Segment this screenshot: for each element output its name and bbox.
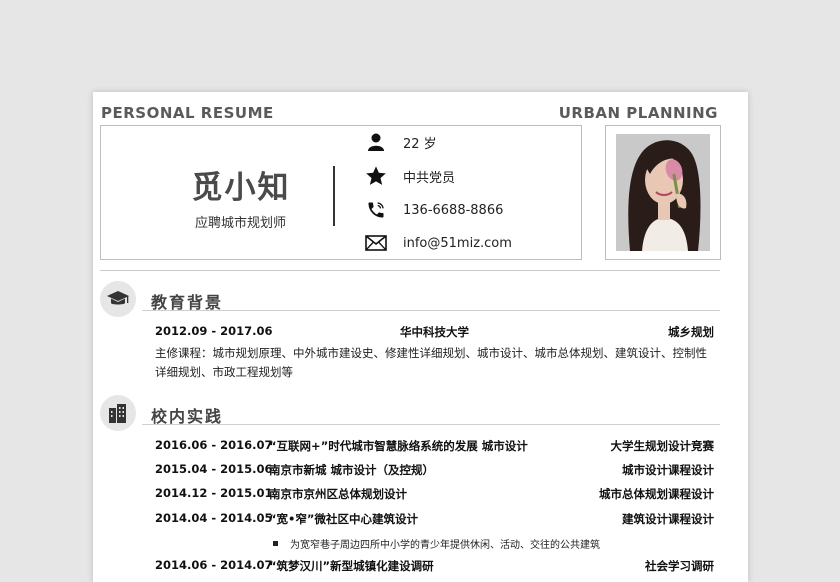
practice-tag: 城市设计课程设计 bbox=[622, 463, 714, 477]
contact-party-text: 中共党员 bbox=[403, 170, 456, 186]
graduation-cap-icon bbox=[100, 281, 136, 317]
practice-period: 2016.06 - 2016.07 bbox=[155, 438, 273, 452]
personal-resume-tag: PERSONAL RESUME bbox=[101, 104, 274, 122]
contact-phone-text: 136-6688-8866 bbox=[403, 202, 504, 218]
education-school: 华中科技大学 bbox=[400, 325, 469, 339]
star-icon bbox=[363, 165, 389, 187]
practice-name: “筑梦汉川”新型城镇化建设调研 bbox=[269, 559, 434, 573]
contact-age-text: 22 岁 bbox=[403, 136, 437, 152]
practice-bullet-text: 为宽窄巷子周边四所中小学的青少年提供休闲、活动、交往的公共建筑 bbox=[290, 540, 600, 551]
mail-icon bbox=[363, 232, 389, 254]
education-underline bbox=[142, 310, 720, 311]
resume-paper: PERSONAL RESUME URBAN PLANNING 觅小知 应聘城市规… bbox=[93, 92, 748, 582]
header-divider bbox=[100, 270, 720, 271]
candidate-name: 觅小知 bbox=[191, 170, 291, 206]
practice-tag: 城市总体规划课程设计 bbox=[599, 487, 714, 501]
applied-position: 应聘城市规划师 bbox=[194, 216, 286, 231]
practice-underline bbox=[142, 424, 720, 425]
practice-name: “宽•窄”微社区中心建筑设计 bbox=[269, 512, 418, 526]
contact-phone[interactable]: 136-6688-8866 bbox=[363, 199, 503, 221]
practice-tag: 社会学习调研 bbox=[645, 559, 714, 573]
practice-period: 2015.04 - 2015.06 bbox=[155, 462, 273, 476]
profile-box: 觅小知 应聘城市规划师 22 岁 中共党员 136-6688-8866 info… bbox=[100, 125, 582, 260]
photo-frame bbox=[605, 125, 721, 260]
contact-email-text: info@51miz.com bbox=[403, 235, 512, 251]
education-major: 城乡规划 bbox=[668, 325, 714, 339]
practice-name: “互联网+”时代城市智慧脉络系统的发展 城市设计 bbox=[269, 439, 528, 453]
practice-name: 南京市京州区总体规划设计 bbox=[269, 487, 407, 501]
practice-name: 南京市新城 城市设计（及控规） bbox=[269, 463, 435, 477]
profile-photo bbox=[616, 134, 710, 251]
practice-period: 2014.06 - 2014.07 bbox=[155, 558, 273, 572]
buildings-icon bbox=[100, 395, 136, 431]
person-icon bbox=[363, 131, 389, 153]
contact-age: 22 岁 bbox=[363, 131, 437, 153]
profile-divider bbox=[333, 166, 335, 226]
contact-party: 中共党员 bbox=[363, 165, 455, 187]
practice-bullet: 为宽窄巷子周边四所中小学的青少年提供休闲、活动、交往的公共建筑 bbox=[273, 536, 600, 551]
practice-tag: 大学生规划设计竞赛 bbox=[610, 439, 715, 453]
contact-email[interactable]: info@51miz.com bbox=[363, 232, 512, 254]
urban-planning-tag: URBAN PLANNING bbox=[558, 104, 718, 122]
phone-icon bbox=[363, 199, 389, 221]
practice-tag: 建筑设计课程设计 bbox=[622, 512, 714, 526]
bullet-square bbox=[273, 541, 278, 546]
practice-period: 2014.04 - 2014.05 bbox=[155, 511, 273, 525]
education-courses: 主修课程：城市规划原理、中外城市建设史、修建性详细规划、城市设计、城市总体规划、… bbox=[155, 346, 707, 379]
practice-period: 2014.12 - 2015.01 bbox=[155, 486, 273, 500]
